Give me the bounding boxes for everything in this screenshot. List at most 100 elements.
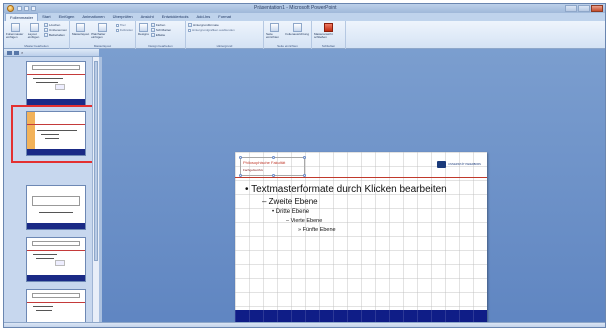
checkbox-icon (188, 28, 191, 32)
title-placeholder[interactable]: Philosophische Fakultät Fachgebiet/AG (239, 156, 306, 177)
ribbon: Folienmaster einfügen Layout einfügen Lö… (4, 21, 605, 49)
designs-button[interactable]: Designs (138, 23, 149, 36)
powerpoint-window: Präsentation1 - Microsoft PowerPoint Fol… (3, 3, 606, 328)
close-pane-icon[interactable]: × (21, 50, 24, 55)
background-styles-icon (188, 23, 192, 27)
colors-button[interactable]: Farben (150, 23, 171, 27)
page-setup-icon (270, 23, 280, 32)
slides-pane-scrollbar[interactable] (92, 57, 99, 327)
pin-icon (43, 33, 48, 37)
group-label-page-setup: Seite einrichten (277, 44, 298, 48)
resize-handle[interactable] (303, 156, 306, 159)
slide-canvas[interactable]: Philosophische Fakultät Fachgebiet/AG UN… (235, 152, 487, 327)
title-checkbox[interactable]: Titel (115, 23, 133, 27)
effects-icon (150, 33, 155, 37)
bullet-level-1[interactable]: • Textmasterformate durch Klicken bearbe… (245, 184, 447, 196)
thumbnail-slide (26, 185, 86, 230)
effects-button[interactable]: Effekte (150, 33, 171, 37)
quick-access-toolbar (17, 6, 36, 11)
bullet-level-3[interactable]: • Dritte Ebene (245, 207, 447, 217)
slide-master-icon (11, 23, 21, 32)
outline-view-icon[interactable] (14, 50, 19, 55)
maximize-button[interactable] (578, 5, 590, 12)
bullet-level-4[interactable]: – Vierte Ebene (245, 217, 447, 226)
orientation-icon (292, 23, 302, 32)
rename-button[interactable]: Umbenennen (43, 28, 67, 32)
header-rule (235, 177, 487, 178)
close-master-icon (324, 23, 333, 32)
group-label-background: Hintergrund (216, 44, 233, 48)
tab-entwicklertools[interactable]: Entwicklertools (158, 13, 193, 21)
title-bar: Präsentation1 - Microsoft PowerPoint (4, 4, 605, 13)
workspace: × Philosophische Fakultät Fachgebiet/AG … (4, 49, 605, 327)
group-background: Hintergrundformate Hintergrundgrafiken a… (186, 21, 264, 49)
undo-icon[interactable] (24, 6, 29, 11)
slides-view-icon[interactable] (7, 50, 12, 55)
thumbnail-master[interactable] (26, 61, 86, 106)
master-edit-small-commands: Löschen Umbenennen Beibehalten (43, 23, 67, 37)
group-design: Designs Farben Schriftarten Effekte Desi… (136, 21, 186, 49)
group-label-master-edit: Master bearbeiten (24, 44, 49, 48)
hide-background-graphics-checkbox[interactable]: Hintergrundgrafiken ausblenden (188, 28, 235, 32)
themes-icon (138, 23, 148, 32)
footers-checkbox[interactable]: Fußzeilen (115, 28, 133, 32)
group-label-close: Schließen (321, 44, 336, 48)
thumbnail-slide (26, 61, 86, 106)
thumbnail-section-layout[interactable] (26, 185, 86, 230)
group-master-edit: Folienmaster einfügen Layout einfügen Lö… (4, 21, 70, 49)
tab-add-ins[interactable]: Add-Ins (192, 13, 214, 21)
tab-start[interactable]: Start (38, 13, 54, 21)
bullet-level-2[interactable]: – Zweite Ebene (245, 196, 447, 207)
preserve-button[interactable]: Beibehalten (43, 33, 67, 37)
fonts-button[interactable]: Schriftarten (150, 28, 171, 32)
close-master-view-button[interactable]: Masteransicht schließen (314, 23, 343, 39)
slides-pane-toolbar: × (4, 49, 99, 57)
insert-master-button[interactable]: Folienmaster einfügen (6, 23, 26, 39)
checkbox-icon (115, 28, 119, 32)
minimize-button[interactable] (565, 5, 577, 12)
tab-animationen[interactable]: Animationen (78, 13, 108, 21)
text-placeholder[interactable]: • Textmasterformate durch Klicken bearbe… (245, 184, 447, 235)
checkbox-icon (115, 23, 119, 27)
resize-handle[interactable] (272, 156, 275, 159)
master-layout-button[interactable]: Masterlayout (72, 23, 89, 36)
window-controls (565, 5, 603, 12)
group-page-setup: Seite einrichten Folienausrichtung Seite… (264, 21, 312, 49)
thumbnail-content-layout[interactable] (26, 237, 86, 282)
insert-placeholder-button[interactable]: Platzhalter einfügen (91, 23, 114, 39)
resize-handle[interactable] (239, 156, 242, 159)
slides-thumbnail-pane[interactable] (4, 57, 92, 327)
slide-orientation-button[interactable]: Folienausrichtung (285, 23, 309, 36)
university-logo: UNIVERSITÄT PADERBORN (437, 161, 481, 168)
bullet-level-5[interactable]: » Fünfte Ebene (245, 226, 447, 235)
pane-splitter[interactable] (99, 57, 102, 327)
status-bar (4, 322, 605, 327)
tab-einfuegen[interactable]: Einfügen (55, 13, 79, 21)
tab-ueberpruefen[interactable]: Überprüfen (109, 13, 137, 21)
tab-folienmaster[interactable]: Folienmaster (5, 13, 39, 21)
background-styles-button[interactable]: Hintergrundformate (188, 23, 235, 27)
layout-icon (30, 23, 40, 32)
save-icon[interactable] (17, 6, 22, 11)
fonts-icon (150, 28, 155, 32)
slide-subtitle[interactable]: Fachgebiet/AG (243, 168, 263, 172)
delete-button[interactable]: Löschen (43, 23, 67, 27)
close-window-button[interactable] (591, 5, 603, 12)
office-button[interactable] (7, 5, 14, 12)
placeholder-icon (98, 23, 107, 32)
colors-icon (150, 23, 155, 27)
design-small-commands: Farben Schriftarten Effekte (150, 23, 171, 37)
scrollbar-thumb[interactable] (94, 61, 98, 261)
delete-icon (43, 23, 48, 27)
slide-title[interactable]: Philosophische Fakultät (243, 160, 285, 165)
logo-mark-icon (437, 161, 447, 168)
master-layout-checks: Titel Fußzeilen (115, 23, 133, 32)
tab-format[interactable]: Format (214, 13, 235, 21)
insert-layout-button[interactable]: Layout einfügen (28, 23, 42, 39)
tab-ansicht[interactable]: Ansicht (137, 13, 158, 21)
page-setup-button[interactable]: Seite einrichten (266, 23, 283, 39)
redo-icon[interactable] (31, 6, 36, 11)
thumbnail-slide (26, 237, 86, 282)
group-close: Masteransicht schließen Schließen (312, 21, 346, 49)
ribbon-tabs: Folienmaster Start Einfügen Animationen … (4, 13, 605, 21)
